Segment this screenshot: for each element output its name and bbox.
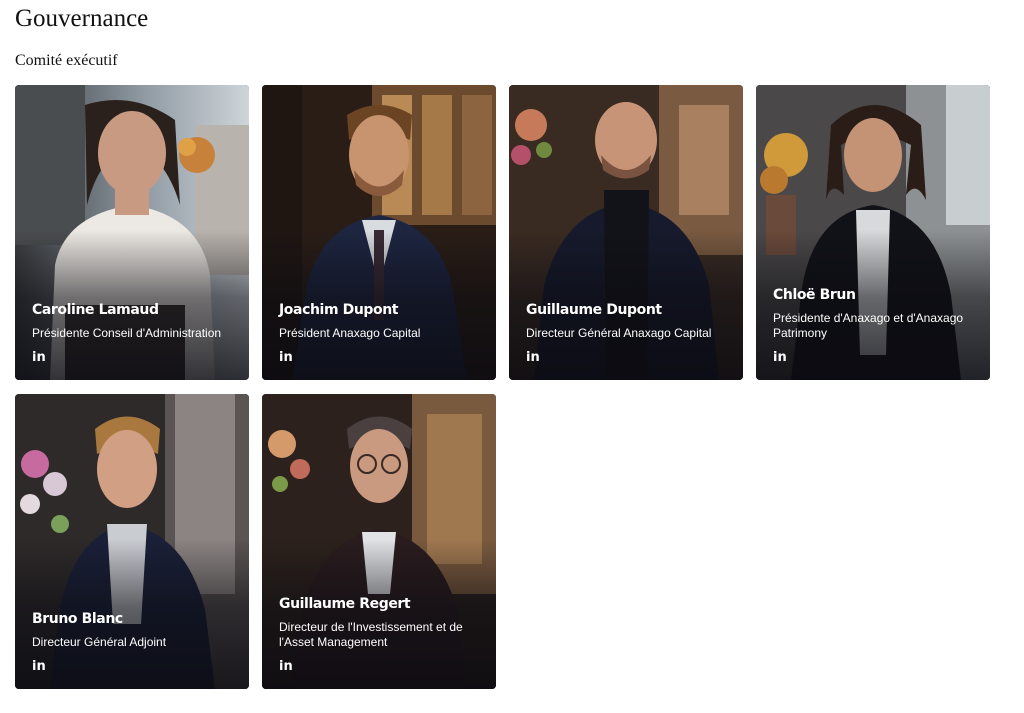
linkedin-icon[interactable]: in xyxy=(773,351,787,365)
member-role: Directeur de l'Investissement et de l'As… xyxy=(279,620,463,649)
team-grid: Caroline Lamaud Présidente Conseil d'Adm… xyxy=(15,85,995,690)
member-card[interactable]: Joachim Dupont Président Anaxago Capital… xyxy=(262,85,496,380)
member-info: Guillaume Dupont Directeur Général Anaxa… xyxy=(526,301,731,366)
member-card[interactable]: Guillaume Regert Directeur de l'Investis… xyxy=(262,394,496,689)
member-card[interactable]: Guillaume Dupont Directeur Général Anaxa… xyxy=(509,85,743,380)
member-name: Caroline Lamaud xyxy=(32,302,159,318)
member-name: Chloë Brun xyxy=(773,287,856,303)
member-name: Guillaume Dupont xyxy=(526,302,662,318)
member-name: Guillaume Regert xyxy=(279,596,411,612)
member-info: Caroline Lamaud Présidente Conseil d'Adm… xyxy=(32,301,237,366)
linkedin-icon[interactable]: in xyxy=(279,351,293,365)
linkedin-icon[interactable]: in xyxy=(32,351,46,365)
member-role: Directeur Général Anaxago Capital xyxy=(526,326,712,340)
member-role: Présidente d'Anaxago et d'Anaxago Patrim… xyxy=(773,311,964,340)
linkedin-icon[interactable]: in xyxy=(32,660,46,674)
member-info: Chloë Brun Présidente d'Anaxago et d'Ana… xyxy=(773,286,978,366)
member-card[interactable]: Caroline Lamaud Présidente Conseil d'Adm… xyxy=(15,85,249,380)
member-name: Bruno Blanc xyxy=(32,611,123,627)
member-info: Guillaume Regert Directeur de l'Investis… xyxy=(279,595,484,675)
linkedin-icon[interactable]: in xyxy=(279,660,293,674)
member-name: Joachim Dupont xyxy=(279,302,399,318)
member-info: Joachim Dupont Président Anaxago Capital… xyxy=(279,301,484,366)
member-info: Bruno Blanc Directeur Général Adjoint in xyxy=(32,610,237,675)
member-role: Directeur Général Adjoint xyxy=(32,635,167,649)
member-card[interactable]: Chloë Brun Présidente d'Anaxago et d'Ana… xyxy=(756,85,990,380)
member-role: Président Anaxago Capital xyxy=(279,326,421,340)
member-role: Présidente Conseil d'Administration xyxy=(32,326,222,340)
section-title: Comité exécutif xyxy=(15,52,118,69)
page-title: Gouvernance xyxy=(15,5,149,32)
member-card[interactable]: Bruno Blanc Directeur Général Adjoint in xyxy=(15,394,249,689)
linkedin-icon[interactable]: in xyxy=(526,351,540,365)
